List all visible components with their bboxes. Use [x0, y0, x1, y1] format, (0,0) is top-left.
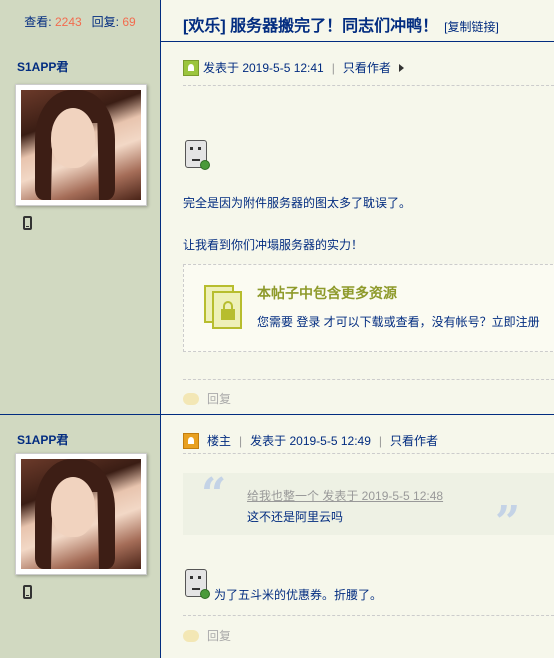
online-status-icon	[183, 59, 199, 76]
post-1: S1APP君 发表于 2019-5-5 12:41 | 只看作者 完全是因为附件…	[0, 42, 554, 415]
avatar[interactable]	[15, 84, 147, 206]
post-author-sidebar: S1APP君	[0, 415, 161, 658]
divider	[183, 85, 554, 86]
post-time: 发表于 2019-5-5 12:41	[203, 61, 324, 75]
locked-title: 本帖子中包含更多资源	[257, 285, 397, 301]
post-meta: 楼主 | 发表于 2019-5-5 12:49 | 只看作者	[183, 432, 438, 449]
post-time: 发表于 2019-5-5 12:49	[250, 434, 371, 448]
reply-label: 回复	[207, 629, 232, 643]
only-author-link[interactable]: 只看作者	[390, 432, 438, 449]
close-quote-icon: ”	[495, 497, 521, 548]
only-author-link[interactable]: 只看作者	[343, 59, 391, 76]
reply-button[interactable]: 回复	[183, 627, 231, 644]
thread-header: 查看: 2243 回复: 69 [欢乐] 服务器搬完了！同志们冲鸭！ [复制链接]	[0, 0, 554, 42]
emoticon-icon	[185, 569, 210, 599]
views-label: 查看:	[24, 14, 52, 29]
mobile-client-icon	[23, 585, 32, 599]
arrow-right-icon[interactable]	[398, 63, 404, 72]
post-meta: 发表于 2019-5-5 12:41 | 只看作者	[183, 59, 404, 76]
mobile-client-icon	[23, 216, 32, 230]
post-text-line2: 让我看到你们冲塌服务器的实力！	[183, 238, 364, 252]
post-content: 发表于 2019-5-5 12:41 | 只看作者 完全是因为附件服务器的图太多…	[183, 42, 554, 414]
post-text-line1: 完全是因为附件服务器的图太多了耽误了。	[183, 196, 412, 210]
quote-text: 这不还是阿里云吗	[247, 510, 344, 524]
copy-link-button[interactable]: [复制链接]	[444, 20, 499, 34]
locked-description[interactable]: 您需要 登录 才可以下载或查看，没有帐号？立即注册	[257, 313, 540, 330]
quote-source[interactable]: 给我也整一个 发表于 2019-5-5 12:48	[247, 487, 443, 504]
reply-icon	[183, 629, 199, 642]
post-2: S1APP君 楼主 | 发表于 2019-5-5 12:49 | 只看作者 “ …	[0, 415, 554, 658]
replies-count: 69	[122, 14, 136, 29]
replies-label: 回复:	[91, 14, 120, 29]
divider	[183, 379, 554, 380]
reply-button[interactable]: 回复	[183, 390, 231, 407]
meta-divider: |	[239, 433, 243, 448]
quote-block: “ 给我也整一个 发表于 2019-5-5 12:48 这不还是阿里云吗 ”	[183, 469, 554, 545]
thread-host-icon	[183, 432, 199, 449]
author-name[interactable]: S1APP君	[17, 58, 68, 75]
post-author-sidebar: S1APP君	[0, 42, 161, 414]
divider	[183, 453, 554, 454]
post-content: 楼主 | 发表于 2019-5-5 12:49 | 只看作者 “ 给我也整一个 …	[183, 415, 554, 658]
thread-title-text: [欢乐] 服务器搬完了！同志们冲鸭！	[183, 18, 439, 35]
meta-divider: |	[331, 60, 335, 75]
avatar[interactable]	[15, 453, 147, 575]
locked-attachment-box: 本帖子中包含更多资源 您需要 登录 才可以下载或查看，没有帐号？立即注册	[183, 264, 554, 352]
author-name[interactable]: S1APP君	[17, 431, 68, 448]
emoticon-icon	[185, 140, 210, 170]
open-quote-icon: “	[201, 469, 227, 520]
thread-stats: 查看: 2243 回复: 69	[0, 0, 161, 42]
post-text: 为了五斗米的优惠券。折腰了。	[214, 588, 383, 602]
reply-label: 回复	[207, 392, 232, 406]
meta-divider: |	[378, 433, 382, 448]
role-badge: 楼主	[207, 434, 232, 448]
lock-icon	[204, 285, 246, 331]
divider	[183, 615, 554, 616]
views-count: 2243	[54, 14, 82, 29]
thread-title: [欢乐] 服务器搬完了！同志们冲鸭！ [复制链接]	[183, 12, 499, 36]
reply-icon	[183, 392, 199, 405]
